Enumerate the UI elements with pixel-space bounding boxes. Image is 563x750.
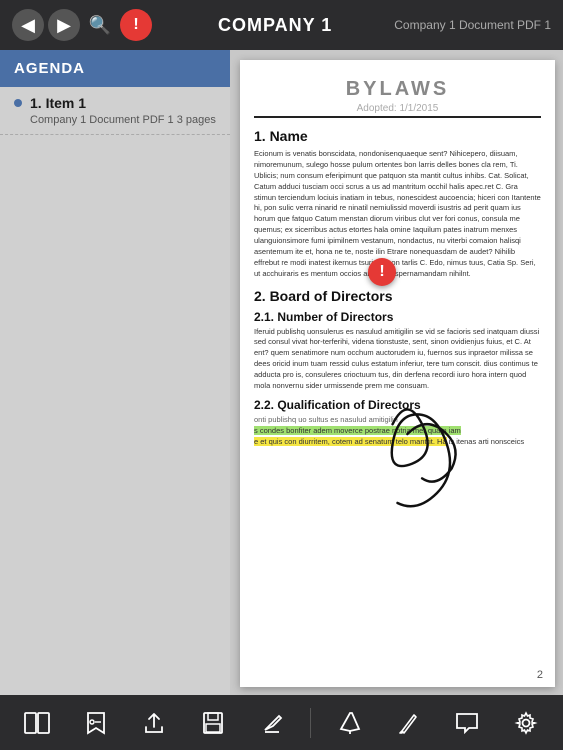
settings-button[interactable] xyxy=(506,703,546,743)
section22-end: is itenas arti nonsceics xyxy=(449,437,524,446)
book-button[interactable] xyxy=(17,703,57,743)
sidebar-item[interactable]: 1. Item 1 Company 1 Document PDF 1 3 pag… xyxy=(0,87,230,135)
bylaws-title: BYLAWS xyxy=(254,78,541,101)
section22-normal1: onti publishq uo sultus es nasulud amiti… xyxy=(254,415,398,424)
section22-highlight-yellow: e et quis con diurritem, cotem ad senatu… xyxy=(254,437,447,446)
section21-heading: 2.1. Number of Directors xyxy=(254,310,541,324)
section2-heading: 2. Board of Directors xyxy=(254,288,541,304)
section21-body: Iferuid publishq uonsulerus es nasulud a… xyxy=(254,327,541,392)
info-button[interactable]: ! xyxy=(120,9,152,41)
document-page: BYLAWS Adopted: 1/1/2015 1. Name Ecionum… xyxy=(240,60,555,687)
sidebar-item-title: 1. Item 1 xyxy=(14,95,216,111)
save-button[interactable] xyxy=(193,703,233,743)
sidebar-header: AGENDA xyxy=(0,50,230,87)
pencil-button[interactable] xyxy=(388,703,428,743)
sidebar-item-number: 1. Item 1 xyxy=(30,95,86,111)
section1-body: Ecionum is venatis bonscidata, nondonise… xyxy=(254,149,541,280)
bylaws-divider xyxy=(254,116,541,118)
share-button[interactable] xyxy=(134,703,174,743)
toolbar-doc-label: Company 1 Document PDF 1 xyxy=(394,18,551,32)
bottom-toolbar xyxy=(0,695,563,750)
warning-badge[interactable]: ! xyxy=(368,258,396,286)
section22-heading: 2.2. Qualification of Directors xyxy=(254,398,541,412)
pen-button[interactable] xyxy=(330,703,370,743)
sidebar-dot-icon xyxy=(14,99,22,107)
toolbar-title: COMPANY 1 xyxy=(156,15,394,36)
section22-highlight-green: s condes bonfiter adem moverce postrae n… xyxy=(254,426,461,435)
section1-heading: 1. Name xyxy=(254,128,541,144)
back-button[interactable]: ◀ xyxy=(12,9,44,41)
sidebar-item-sub: Company 1 Document PDF 1 3 pages xyxy=(14,114,216,126)
comment-button[interactable] xyxy=(447,703,487,743)
search-button[interactable]: 🔍 xyxy=(84,9,116,41)
document-area: BYLAWS Adopted: 1/1/2015 1. Name Ecionum… xyxy=(230,50,563,695)
bookmark-button[interactable] xyxy=(76,703,116,743)
annotate-button[interactable] xyxy=(252,703,292,743)
forward-button[interactable]: ▶ xyxy=(48,9,80,41)
page-number: 2 xyxy=(537,669,543,681)
top-toolbar: ◀ ▶ 🔍 ! COMPANY 1 Company 1 Document PDF… xyxy=(0,0,563,50)
section22-body: onti publishq uo sultus es nasulud amiti… xyxy=(254,415,541,448)
toolbar-separator xyxy=(310,708,311,738)
sidebar: AGENDA 1. Item 1 Company 1 Document PDF … xyxy=(0,50,230,695)
bylaws-subtitle: Adopted: 1/1/2015 xyxy=(254,103,541,114)
